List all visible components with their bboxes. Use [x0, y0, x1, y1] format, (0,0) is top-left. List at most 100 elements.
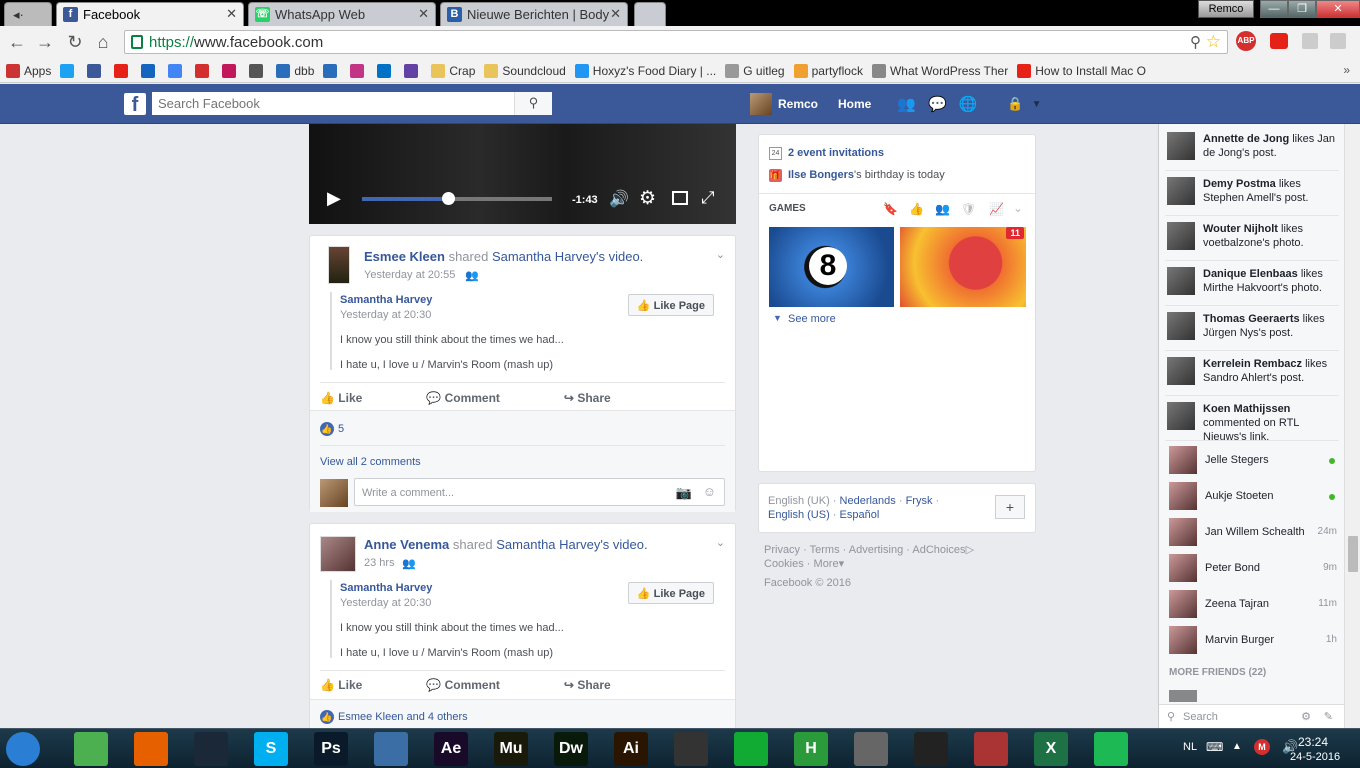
advertising-link[interactable]: Advertising — [849, 544, 903, 556]
like-page-button[interactable]: 👍 Like Page — [627, 582, 714, 604]
avatar[interactable] — [1167, 267, 1195, 295]
picture-in-picture-icon[interactable] — [672, 191, 688, 205]
messages-icon[interactable]: 💬 — [928, 95, 947, 113]
avatar[interactable] — [1167, 177, 1195, 205]
friends-icon[interactable]: 👥 — [935, 202, 950, 216]
maximize-icon[interactable]: ❐ — [1288, 0, 1316, 18]
bookmark-item[interactable]: Hoxyz's Food Diary | ... — [574, 63, 716, 78]
close-icon[interactable]: ✕ — [226, 6, 237, 22]
avatar[interactable] — [1167, 132, 1195, 160]
chat-friend[interactable]: Peter Bond 9m — [1169, 552, 1337, 586]
excel-icon[interactable]: X — [1034, 732, 1068, 766]
extension-icon[interactable] — [1302, 33, 1318, 49]
ticker-name[interactable]: Annette de Jong — [1203, 133, 1289, 145]
bookmark-item[interactable] — [60, 63, 78, 78]
cookies-link[interactable]: Cookies — [764, 558, 804, 570]
bookmark-item[interactable]: How to Install Mac O — [1017, 63, 1146, 78]
chat-friend[interactable]: Aukje Stoeten — [1169, 480, 1337, 514]
keyboard-icon[interactable]: ⌨ — [1206, 740, 1223, 754]
like-button[interactable]: 👍 Like — [320, 678, 394, 698]
skype-icon[interactable]: S — [254, 732, 288, 766]
start-orb-icon[interactable] — [6, 732, 40, 766]
post-time[interactable]: 23 hrs — [364, 557, 395, 569]
scrollbar[interactable] — [1344, 124, 1360, 728]
search-icon[interactable]: ⚲ — [514, 92, 552, 115]
reaction-names[interactable]: Esmee Kleen and 4 others — [338, 711, 468, 723]
tab-whatsapp[interactable]: ☏ WhatsApp Web ✕ — [248, 2, 436, 26]
ticker-name[interactable]: Demy Postma — [1203, 178, 1276, 190]
scrollbar-thumb[interactable] — [1348, 536, 1358, 572]
chrome-icon[interactable] — [74, 732, 108, 766]
tab-body[interactable]: B Nieuwe Berichten | Body ✕ — [440, 2, 628, 26]
privacy-link[interactable]: Privacy — [764, 544, 800, 556]
bookmark-item[interactable] — [114, 63, 132, 78]
avatar[interactable] — [1167, 312, 1195, 340]
steam-icon[interactable] — [194, 732, 228, 766]
language-link[interactable]: Frysk — [906, 495, 933, 507]
firefox-icon[interactable] — [134, 732, 168, 766]
compose-icon[interactable]: ✎ — [1324, 710, 1333, 723]
author-link[interactable]: Anne Venema — [364, 537, 449, 552]
share-button[interactable]: ↪ Share — [564, 678, 643, 698]
chat-friend[interactable]: Jan Willem Schealth 24m — [1169, 516, 1337, 550]
facebook-logo-icon[interactable]: f — [124, 93, 146, 116]
gear-icon[interactable]: ⚙ — [1301, 710, 1311, 723]
close-icon[interactable]: ✕ — [418, 6, 429, 22]
ticker-name[interactable]: Danique Elenbaas — [1203, 268, 1298, 280]
ticker-item[interactable]: Demy Postma likes Stephen Amell's post. — [1165, 171, 1339, 216]
candy-crush-game-tile[interactable]: 11 — [900, 227, 1026, 307]
clock-time[interactable]: 23:24 — [1298, 735, 1328, 749]
video-progress-track[interactable] — [362, 192, 552, 205]
bookmark-item[interactable] — [249, 63, 267, 78]
bookmarks-overflow-icon[interactable]: » — [1343, 63, 1350, 77]
post-time[interactable]: Yesterday at 20:55 — [364, 269, 455, 281]
page-time[interactable]: Yesterday at 20:30 — [340, 597, 431, 609]
page-link[interactable]: Samantha Harvey — [340, 294, 432, 306]
thumbs-up-icon[interactable]: 👍 — [909, 202, 924, 216]
bookmark-icon[interactable]: 🔖 — [883, 202, 898, 216]
page-time[interactable]: Yesterday at 20:30 — [340, 309, 431, 321]
language-link[interactable]: Español — [840, 509, 880, 521]
avatar[interactable] — [1169, 690, 1197, 702]
language-indicator[interactable]: NL — [1183, 741, 1197, 753]
close-icon[interactable]: ✕ — [610, 6, 621, 22]
circle-app-icon[interactable] — [914, 732, 948, 766]
photoshop-icon[interactable]: Ps — [314, 732, 348, 766]
comment-input[interactable]: Write a comment... 📷 ☺ — [354, 478, 725, 506]
search-input[interactable] — [152, 92, 512, 115]
bookmark-item[interactable]: What WordPress Ther — [871, 63, 1008, 78]
ticker-name[interactable]: Kerrelein Rembacz — [1203, 358, 1302, 370]
view-comments-link[interactable]: View all 2 comments — [320, 456, 421, 468]
like-button[interactable]: 👍 Like — [320, 391, 394, 411]
fullscreen-icon[interactable]: ⤢ — [701, 188, 715, 208]
avatar[interactable] — [320, 536, 356, 572]
dreamweaver-icon[interactable]: Dw — [554, 732, 588, 766]
chat-search-input[interactable]: Search — [1183, 711, 1218, 723]
bookmark-item[interactable] — [141, 63, 159, 78]
reload-icon[interactable]: ↻ — [64, 32, 86, 53]
volume-icon[interactable]: 🔊 — [609, 189, 629, 209]
home-icon[interactable]: ⌂ — [92, 32, 114, 53]
ticker-item[interactable]: Wouter Nijholt likes voetbalzone's photo… — [1165, 216, 1339, 261]
ticker-name[interactable]: Koen Mathijssen — [1203, 403, 1290, 415]
video-scrubber[interactable] — [441, 192, 455, 205]
back-icon[interactable]: ← — [6, 32, 28, 53]
chevron-down-icon[interactable]: ⌄ — [716, 536, 725, 549]
event-invitations-link[interactable]: 2 event invitations — [788, 147, 884, 159]
reaction-count[interactable]: 5 — [338, 423, 344, 435]
bookmark-item[interactable] — [350, 63, 368, 78]
bookmark-item[interactable]: dbb — [276, 63, 314, 78]
game-icon[interactable] — [974, 732, 1008, 766]
more-link[interactable]: More — [814, 558, 839, 570]
bookmark-item[interactable] — [377, 63, 395, 78]
comment-button[interactable]: 💬 Comment — [426, 678, 532, 698]
app-icon[interactable] — [734, 732, 768, 766]
close-window-icon[interactable]: ✕ — [1316, 0, 1360, 18]
activity-icon[interactable]: 📈 — [989, 202, 1004, 216]
8-ball-pool-game-tile[interactable]: 8 — [769, 227, 894, 307]
bookmark-item[interactable]: Soundcloud — [484, 63, 566, 78]
bookmark-item[interactable] — [222, 63, 240, 78]
ticker-item[interactable]: Kerrelein Rembacz likes Sandro Ahlert's … — [1165, 351, 1339, 396]
shared-target-link[interactable]: Samantha Harvey — [496, 537, 600, 552]
notifications-icon[interactable]: 🌐 — [959, 95, 978, 113]
